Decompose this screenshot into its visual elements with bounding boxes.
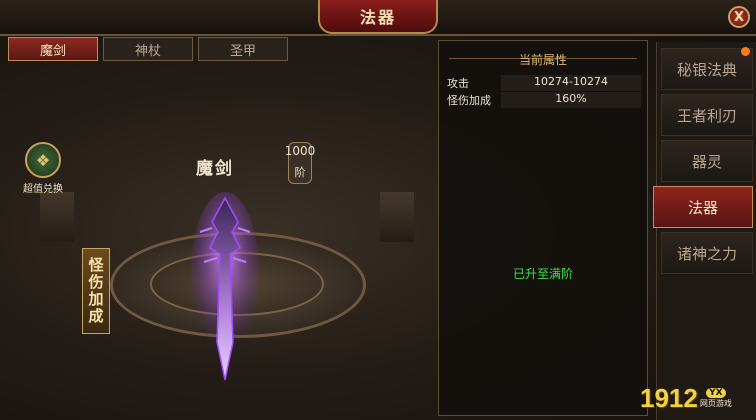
sword-icon <box>191 192 259 381</box>
exchange-button[interactable]: ❖ 超值兑换 <box>18 142 68 195</box>
attribute-row: 攻击 10274-10274 <box>447 75 641 91</box>
notification-dot <box>741 47 750 56</box>
tab-mojian[interactable]: 魔剑 <box>8 37 98 61</box>
attributes-panel: 当前属性 攻击 10274-10274 怪伤加成 160% 已升至满阶 <box>438 40 648 416</box>
tab-shenzhang[interactable]: 神杖 <box>103 37 193 61</box>
max-stage-text: 已升至满阶 <box>512 267 573 281</box>
watermark-badge-group: YX 网页游戏 <box>699 387 732 409</box>
stage-number: 1000 <box>284 144 316 158</box>
close-icon: X <box>733 9 745 25</box>
side-nav: 秘银法典 王者利刃 器灵 法器 诸神之力 <box>653 42 756 420</box>
side-label-text: 怪伤加成 <box>86 257 105 325</box>
tab-shengjia[interactable]: 圣甲 <box>198 37 288 61</box>
weapon-tabs: 魔剑 神杖 圣甲 <box>8 37 288 61</box>
nav-item-wangzhe-liren[interactable]: 王者利刃 <box>661 94 753 136</box>
gift-icon: ❖ <box>25 142 61 178</box>
nav-item-qiling[interactable]: 器灵 <box>661 140 753 182</box>
top-bar: 法器 X <box>0 0 756 36</box>
weapon-scene: ❖ 超值兑换 魔剑 1000 阶 怪伤加成 <box>0 62 436 420</box>
nav-item-faqi[interactable]: 法器 <box>653 186 753 228</box>
exchange-label: 超值兑换 <box>23 184 63 195</box>
attributes-header: 当前属性 <box>518 53 567 67</box>
watermark-subtitle: 网页游戏 <box>699 398 732 408</box>
window-title: 法器 <box>359 8 396 27</box>
watermark-badge: YX <box>706 387 726 398</box>
weapon-name: 魔剑 <box>196 159 234 179</box>
background-pillar <box>380 192 414 242</box>
attribute-value: 160% <box>501 92 641 108</box>
watermark-number: 1912 <box>640 382 698 413</box>
stage-badge: 1000 阶 <box>283 142 317 186</box>
attribute-name: 攻击 <box>447 77 469 90</box>
attribute-value: 10274-10274 <box>501 75 641 91</box>
monster-damage-label: 怪伤加成 <box>82 248 110 334</box>
attribute-row: 怪伤加成 160% <box>447 92 641 108</box>
nav-item-miyin-fadian[interactable]: 秘银法典 <box>661 48 753 90</box>
title-plate: 法器 <box>318 0 438 34</box>
game-window: 法器 X 魔剑 神杖 圣甲 ❖ 超值兑换 魔剑 1000 阶 怪伤加成 当前属性… <box>0 0 756 420</box>
nav-item-zhushen-zhili[interactable]: 诸神之力 <box>661 232 753 274</box>
stage-unit: 阶 <box>294 166 306 179</box>
attribute-name: 怪伤加成 <box>447 94 491 107</box>
close-button[interactable]: X <box>728 6 750 28</box>
background-pillar <box>40 192 74 242</box>
site-watermark: 1912 YX 网页游戏 <box>640 380 756 416</box>
